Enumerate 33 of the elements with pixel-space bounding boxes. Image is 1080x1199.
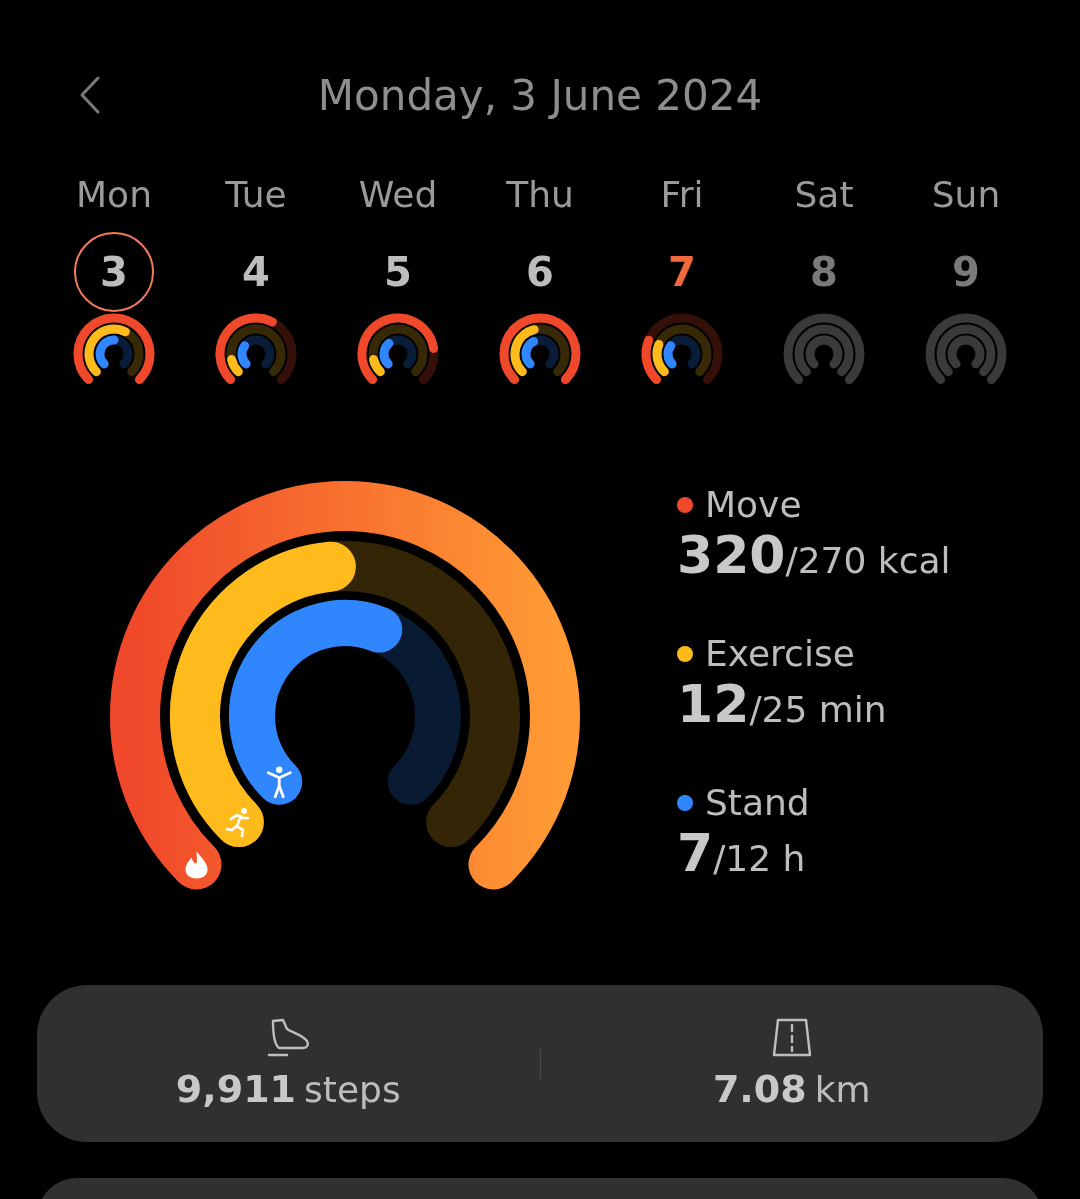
date-number[interactable]: 8	[784, 232, 864, 312]
metric-label: Stand	[705, 782, 810, 823]
metric-goal: /25 min	[749, 689, 887, 730]
weekday-label: Sun	[931, 173, 1001, 217]
stat-value: 7.08	[712, 1066, 807, 1111]
shoe-icon	[265, 1016, 312, 1059]
weekday-label: Thu	[506, 173, 574, 217]
date-number[interactable]: 5	[358, 232, 438, 312]
metric-goal: /12 h	[713, 838, 806, 879]
stat-value: 9,911	[175, 1066, 297, 1111]
figure-icon	[266, 766, 292, 799]
weekday-label: Mon	[76, 173, 152, 217]
date-number[interactable]: 9	[926, 232, 1006, 312]
back-icon[interactable]	[78, 75, 102, 115]
date-number[interactable]: 4	[216, 232, 296, 312]
metric-label: Exercise	[705, 633, 855, 674]
runner-icon	[225, 808, 250, 838]
metric-goal: /270 kcal	[785, 540, 951, 581]
weekday-label: Fri	[660, 173, 704, 217]
metric-value: 320	[677, 525, 786, 585]
flame-icon	[185, 851, 208, 879]
date-number[interactable]: 3	[74, 232, 154, 312]
metric-value: 7	[677, 823, 714, 883]
weekday-label: Wed	[358, 173, 438, 217]
metric-label: Move	[705, 484, 802, 525]
date-number[interactable]: 6	[500, 232, 580, 312]
date-title: Monday, 3 June 2024	[317, 70, 763, 120]
metric-value: 12	[677, 674, 750, 734]
stat-unit: steps	[304, 1068, 401, 1110]
stat-unit: km	[814, 1068, 871, 1110]
date-number[interactable]: 7	[642, 232, 722, 312]
weekday-label: Tue	[225, 173, 287, 217]
weekday-label: Sat	[794, 173, 854, 217]
